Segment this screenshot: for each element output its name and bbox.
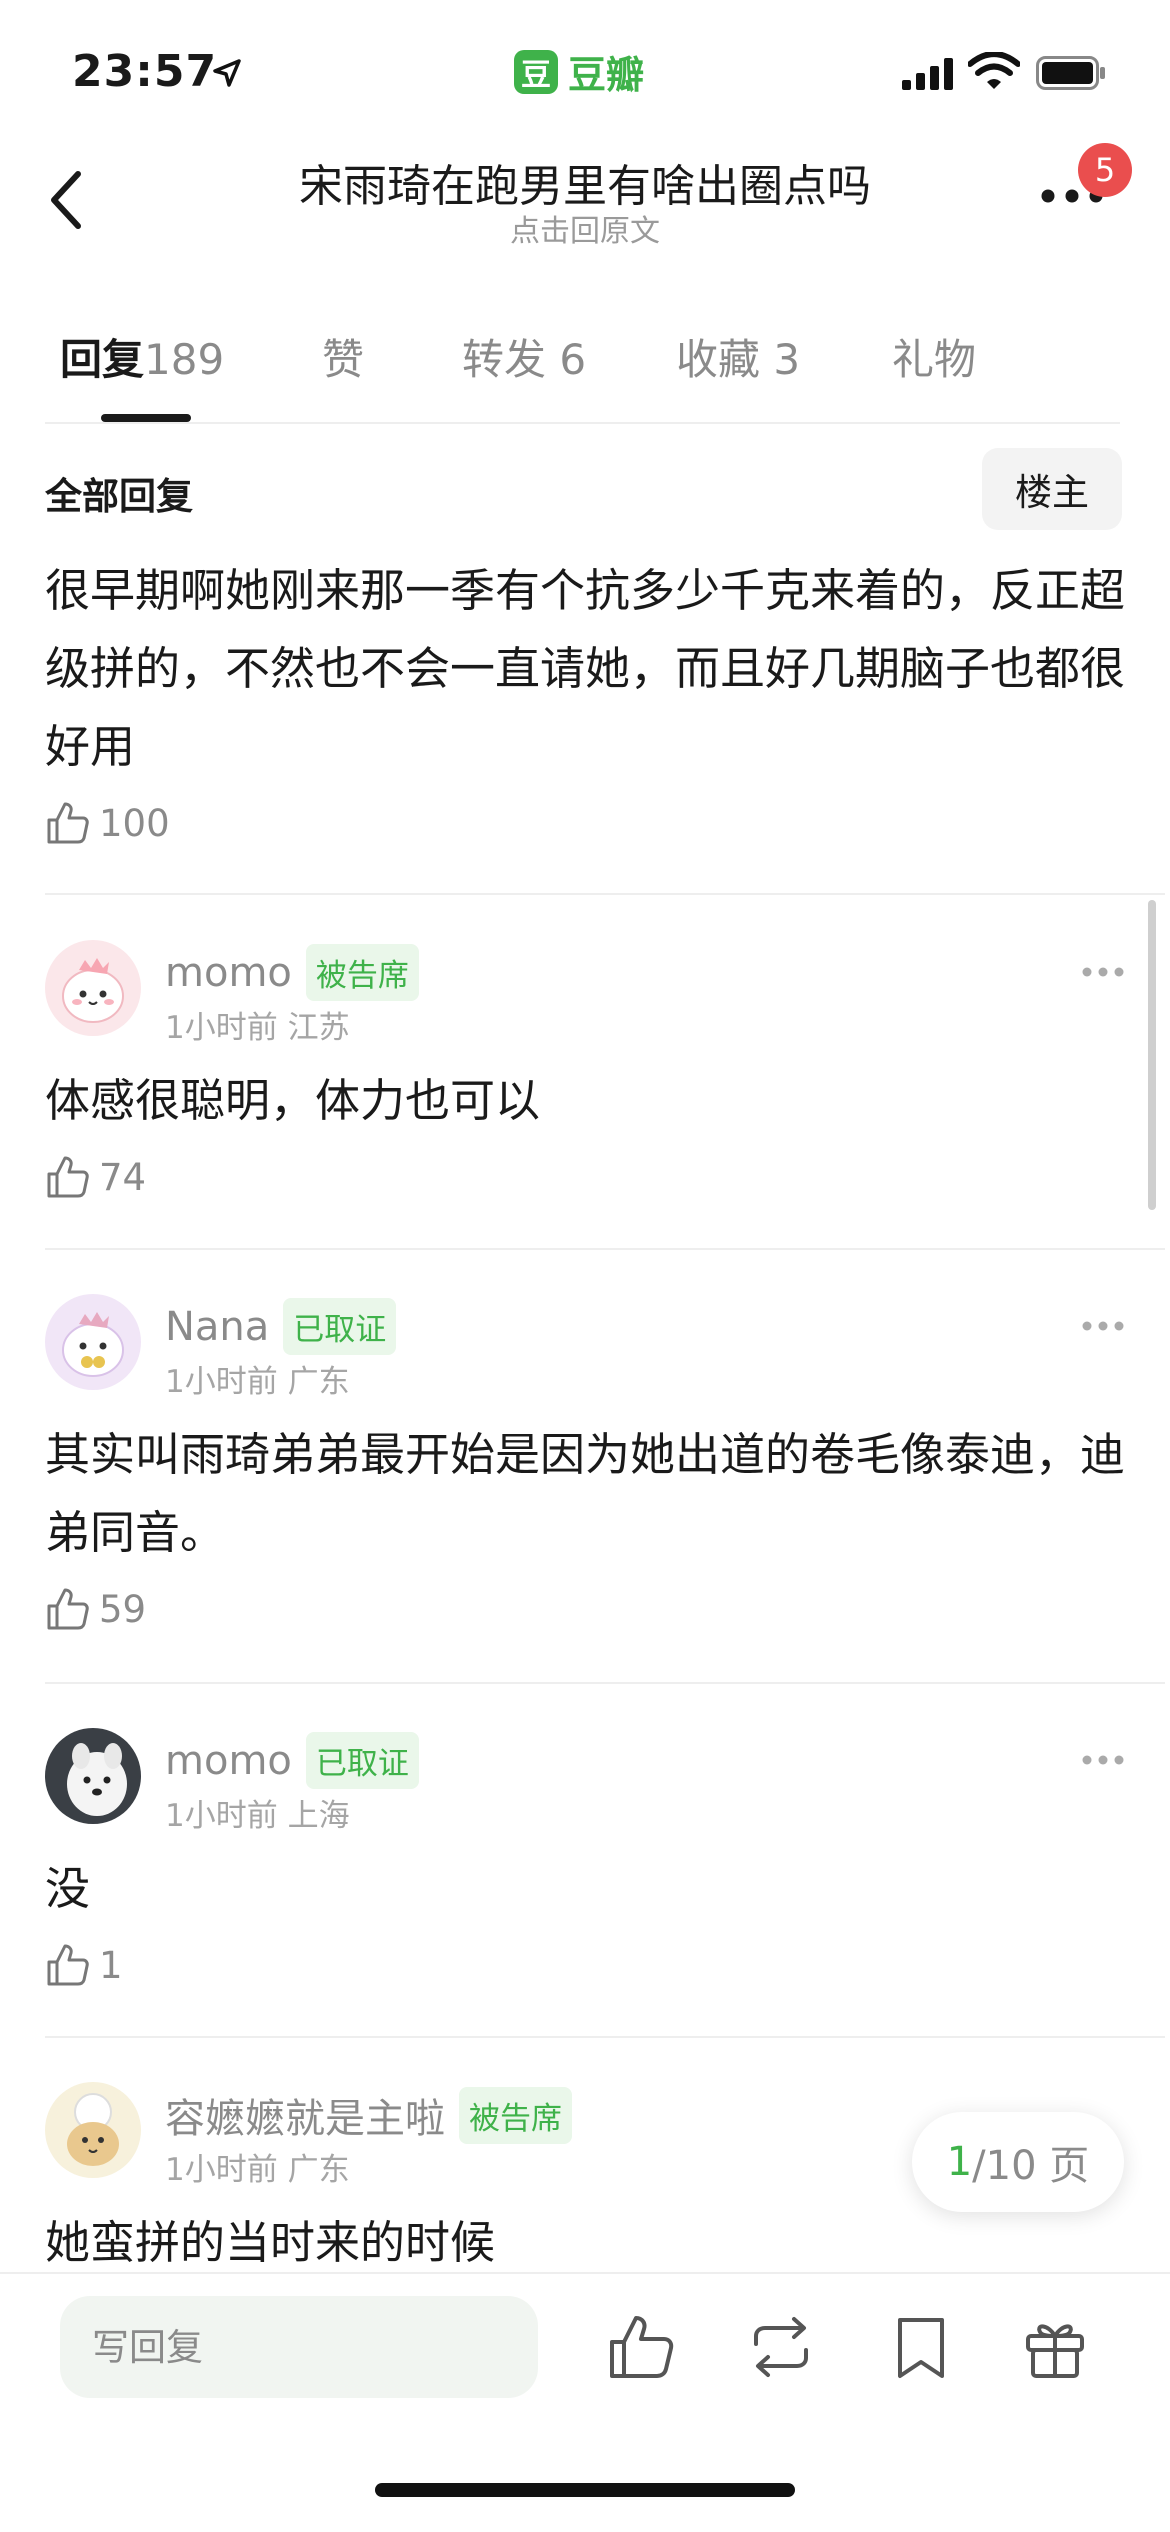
avatar[interactable] [45,1294,141,1390]
like-count: 59 [99,1587,147,1631]
comment-text: 其实叫雨琦弟弟最开始是因为她出道的卷毛像泰迪，迪弟同音。 [45,1428,1126,1559]
comment-time: 1小时前 [165,1364,278,1400]
comment-location: 广东 [287,2152,350,2188]
comment-meta: 1小时前 广东 [165,1356,350,1401]
comment-time: 1小时前 [165,2152,278,2188]
status-time: 23:57 [72,46,218,97]
home-indicator [375,2483,795,2497]
op-only-filter-button[interactable]: 楼主 [982,448,1122,530]
comment-meta: 1小时前 广东 [165,2144,350,2189]
active-tab-indicator [101,414,191,422]
comment-time: 1小时前 [165,1010,278,1046]
username-row: momo 被告席 [165,944,419,1001]
comment-more-icon[interactable] [1081,1320,1125,1332]
like-button[interactable]: 100 [45,800,170,846]
user-tag: 被告席 [305,944,419,1001]
cellular-signal-icon [902,58,953,90]
username[interactable]: 容嬷嬷就是主啦 [165,2086,445,2144]
username-row: momo 已取证 [165,1732,419,1789]
divider [45,1682,1165,1684]
current-page: 1 [946,2139,973,2185]
comment-location: 上海 [287,1798,350,1834]
scrollbar[interactable] [1148,900,1156,1210]
tab-likes[interactable]: 赞 [322,326,364,387]
page-indicator[interactable]: 1/10 页 [912,2112,1124,2212]
douban-logo-icon: 豆 [514,49,558,94]
avatar[interactable] [45,2082,141,2178]
user-tag: 已取证 [283,1298,397,1355]
tabs-divider [45,422,1120,424]
tab-replies[interactable]: 回复189 [60,326,224,387]
tab-reposts[interactable]: 转发 6 [462,326,586,387]
user-tag: 被告席 [459,2086,572,2144]
username[interactable]: momo [165,950,292,996]
divider [45,2036,1165,2038]
reply-text: 很早期啊她刚来那一季有个抗多少千克来着的，反正超级拼的，不然也不会一直请她，而且… [45,564,1126,773]
avatar[interactable] [45,940,141,1036]
like-count: 74 [99,1155,147,1199]
avatar[interactable] [45,1728,141,1824]
location-arrow-icon [213,59,241,87]
section-title: 全部回复 [45,475,193,518]
battery-icon [1036,56,1105,90]
wifi-icon [968,52,1020,89]
thumbs-up-icon [47,1588,89,1630]
total-pages: /10 页 [972,2143,1090,2189]
comment-location: 广东 [287,1364,350,1400]
reply-input[interactable] [60,2296,538,2398]
thumbs-up-icon [47,1944,89,1986]
app-name: 豆瓣 [568,53,645,97]
back-to-original-link[interactable]: 点击回原文 [150,206,1020,250]
like-count: 100 [99,801,170,845]
like-button[interactable]: 1 [45,1942,123,1988]
comment-text: 体感很聪明，体力也可以 [45,1074,541,1127]
username[interactable]: momo [165,1738,292,1784]
app-brand: 豆 豆瓣 [514,44,644,99]
comment-meta: 1小时前 上海 [165,1790,350,1835]
comment-time: 1小时前 [165,1798,278,1834]
tab-collections[interactable]: 收藏 3 [676,326,800,387]
like-button[interactable]: 59 [45,1586,146,1632]
repost-icon[interactable] [744,2310,818,2384]
thumbs-up-icon [47,1156,89,1198]
comment-text: 没 [45,1862,91,1915]
like-count: 1 [99,1943,123,1987]
divider [45,1248,1165,1250]
page-title[interactable]: 宋雨琦在跑男里有啥出圈点吗 [150,150,1020,214]
like-icon[interactable] [604,2310,678,2384]
comment-more-icon[interactable] [1081,1754,1125,1766]
divider [45,893,1165,895]
gift-icon[interactable] [1018,2310,1092,2384]
back-chevron-icon[interactable] [40,160,100,240]
username-row: Nana 已取证 [165,1298,397,1355]
comment-more-icon[interactable] [1081,966,1125,978]
comment-location: 江苏 [287,1010,350,1046]
notification-badge: 5 [1078,143,1132,197]
username[interactable]: Nana [165,1304,269,1350]
tab-gifts[interactable]: 礼物 [892,326,976,387]
status-bar: 23:57 豆 豆瓣 [0,0,1170,140]
username-row: 容嬷嬷就是主啦 被告席 [165,2086,572,2144]
user-tag: 已取证 [305,1732,419,1789]
comment-meta: 1小时前 江苏 [165,1002,350,1047]
bookmark-icon[interactable] [884,2310,958,2384]
thumbs-up-icon [47,802,89,844]
comment-text: 她蛮拼的当时来的时候 [45,2216,496,2269]
like-button[interactable]: 74 [45,1154,146,1200]
